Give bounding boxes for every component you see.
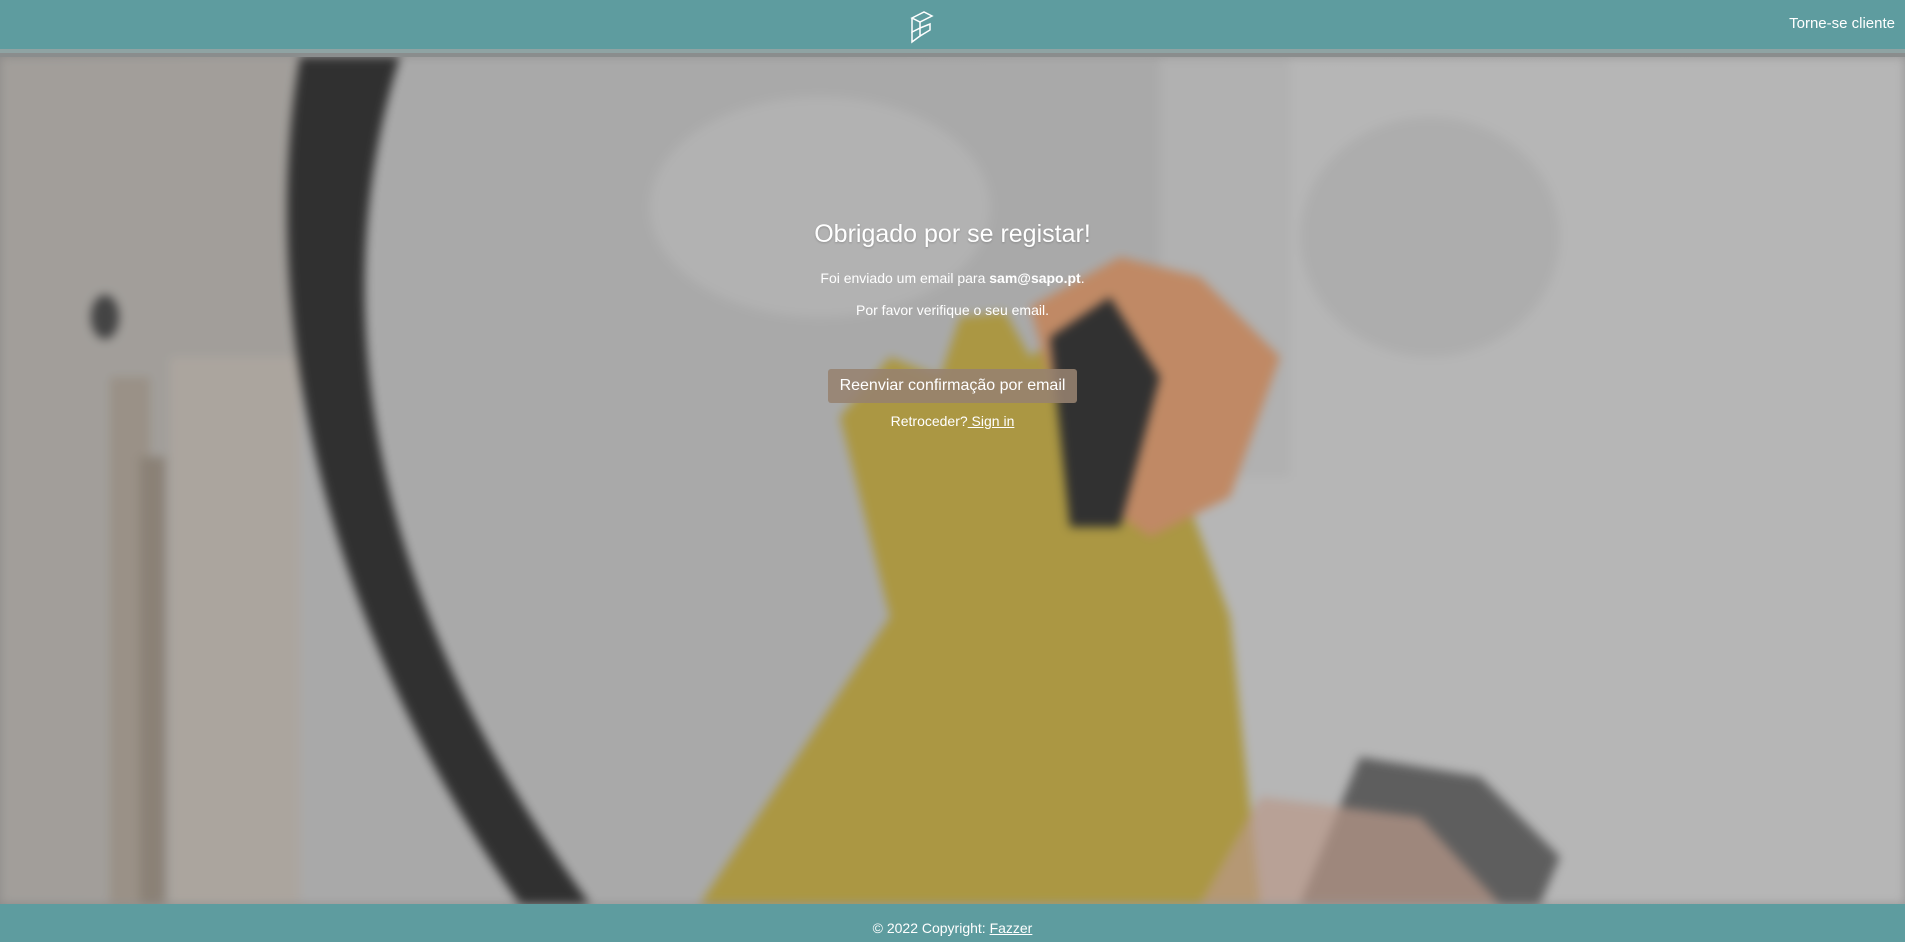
- registered-email: sam@sapo.pt: [989, 270, 1081, 286]
- page-title: Obrigado por se registar!: [814, 220, 1091, 248]
- email-sent-prefix: Foi enviado um email para: [820, 270, 990, 286]
- copyright-text: © 2022 Copyright:: [872, 920, 990, 936]
- back-prompt: Retroceder? Sign in: [0, 413, 1905, 429]
- verify-email-message: Por favor verifique o seu email.: [856, 302, 1049, 318]
- fazzer-link[interactable]: Fazzer: [990, 920, 1033, 936]
- email-sent-suffix: .: [1080, 270, 1085, 286]
- become-client-link[interactable]: Torne-se cliente: [1789, 15, 1895, 32]
- hero-section: Obrigado por se registar! Foi enviado um…: [0, 57, 1905, 904]
- email-sent-message: Foi enviado um email para sam@sapo.pt.: [0, 270, 1905, 286]
- sign-in-link[interactable]: Sign in: [968, 413, 1015, 429]
- background-overlay: [0, 57, 1905, 904]
- top-navbar: Torne-se cliente: [0, 0, 1905, 53]
- fazzer-logo-icon[interactable]: [906, 10, 938, 44]
- back-label: Retroceder?: [890, 413, 968, 429]
- confirmation-panel: Obrigado por se registar! Foi enviado um…: [0, 220, 1905, 429]
- footer: © 2022 Copyright: Fazzer: [0, 904, 1905, 942]
- resend-confirmation-button[interactable]: Reenviar confirmação por email: [827, 369, 1078, 403]
